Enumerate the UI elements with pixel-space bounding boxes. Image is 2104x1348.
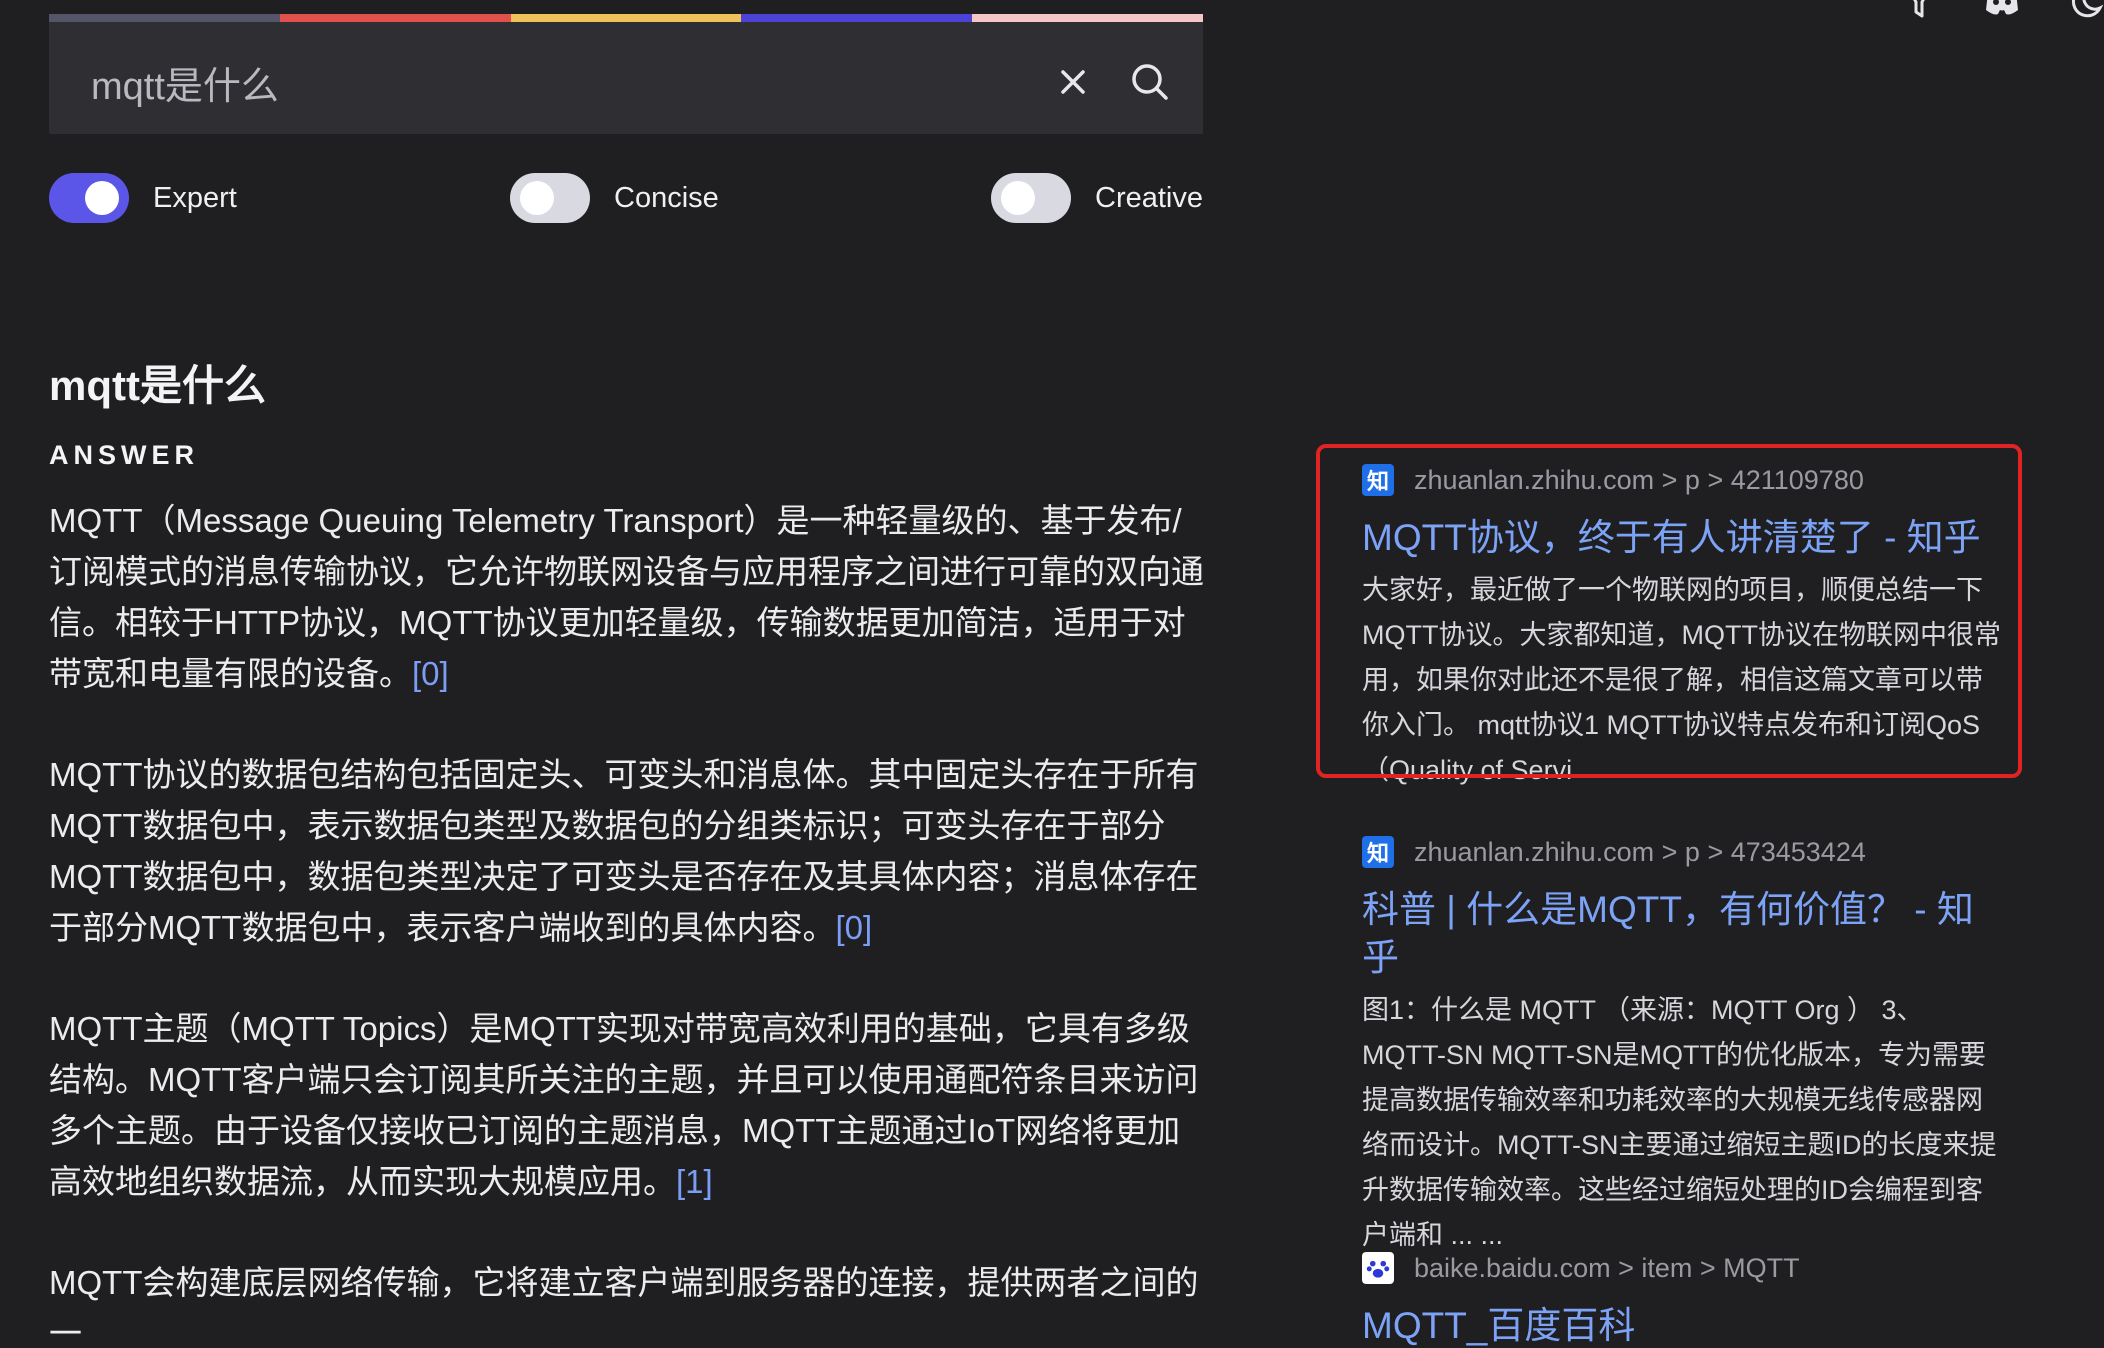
source-card[interactable]: baike.baidu.com > item > MQTT MQTT_百度百科 (1362, 1248, 2002, 1348)
paragraph-text: MQTT（Message Queuing Telemetry Transport… (49, 502, 1204, 692)
highlight-annotation-box (1316, 444, 2022, 778)
toggle-label: Creative (1095, 181, 1203, 214)
question-title: mqtt是什么 (49, 362, 266, 409)
source-header: 知 zhuanlan.zhihu.com > p > 473453424 (1362, 832, 2002, 872)
top-toolbar (1804, 0, 2104, 26)
citation-link[interactable]: [0] (412, 655, 449, 692)
toggle-switch[interactable] (991, 173, 1071, 223)
discord-icon[interactable] (1982, 0, 2022, 22)
toggle-knob (1001, 181, 1035, 215)
toggle-knob (85, 181, 119, 215)
rainbow-segment (279, 14, 511, 22)
paragraph-text: MQTT协议的数据包结构包括固定头、可变头和消息体。其中固定头存在于所有MQTT… (49, 756, 1199, 946)
source-title-link[interactable]: 科普 | 什么是MQTT，有何价值？ - 知乎 (1362, 886, 2002, 982)
source-snippet: 图1：什么是 MQTT （来源：MQTT Org ） 3、MQTT-SN MQT… (1362, 995, 1997, 1250)
moon-icon[interactable] (2066, 0, 2104, 22)
source-card[interactable]: 知 zhuanlan.zhihu.com > p > 473453424 科普 … (1362, 832, 2002, 1258)
source-url: zhuanlan.zhihu.com > p > 473453424 (1414, 836, 1866, 867)
rainbow-bar (49, 14, 1203, 22)
source-title-link[interactable]: MQTT_百度百科 (1362, 1302, 2002, 1348)
zhihu-favicon-icon: 知 (1362, 836, 1394, 868)
paragraph-text: MQTT主题（MQTT Topics）是MQTT实现对带宽高效利用的基础，它具有… (49, 1010, 1199, 1200)
source-url: baike.baidu.com > item > MQTT (1414, 1252, 1800, 1283)
answer-paragraph: MQTT主题（MQTT Topics）是MQTT实现对带宽高效利用的基础，它具有… (49, 1003, 1209, 1207)
rainbow-segment (49, 14, 280, 22)
citation-link[interactable]: [1] (676, 1163, 713, 1200)
baidu-paw-icon (1362, 1252, 1394, 1284)
answer-heading: ANSWER (49, 440, 199, 470)
toggle-knob (520, 181, 554, 215)
answer-paragraph: MQTT会构建底层网络传输，它将建立客户端到服务器的连接，提供两者之间的一 (49, 1257, 1209, 1348)
answer-paragraph: MQTT协议的数据包结构包括固定头、可变头和消息体。其中固定头存在于所有MQTT… (49, 749, 1209, 953)
clear-button[interactable] (1049, 58, 1097, 106)
close-icon (1061, 70, 1085, 94)
rainbow-segment (510, 14, 742, 22)
search-box (49, 14, 1203, 134)
toggle-expert[interactable]: Expert (49, 170, 237, 226)
answer-body: MQTT（Message Queuing Telemetry Transport… (49, 495, 1209, 1348)
answer-paragraph: MQTT（Message Queuing Telemetry Transport… (49, 495, 1209, 699)
rainbow-segment (741, 14, 973, 22)
search-button[interactable] (1124, 56, 1176, 108)
page: Expert Concise Creative mqtt是什么 ANSWER M… (0, 0, 2104, 1348)
toggle-switch[interactable] (510, 173, 590, 223)
paragraph-text: MQTT会构建底层网络传输，它将建立客户端到服务器的连接，提供两者之间的一 (49, 1264, 1199, 1348)
toggle-label: Expert (153, 181, 237, 214)
search-icon (1132, 64, 1168, 100)
toggle-label: Concise (614, 181, 719, 214)
toggle-switch[interactable] (49, 173, 129, 223)
search-input[interactable] (91, 52, 991, 112)
toggle-creative[interactable]: Creative (991, 170, 1203, 226)
source-header: baike.baidu.com > item > MQTT (1362, 1248, 2002, 1288)
rainbow-segment (972, 14, 1203, 22)
filter-icon[interactable] (1899, 0, 1939, 22)
toggle-concise[interactable]: Concise (510, 170, 719, 226)
citation-link[interactable]: [0] (835, 909, 872, 946)
